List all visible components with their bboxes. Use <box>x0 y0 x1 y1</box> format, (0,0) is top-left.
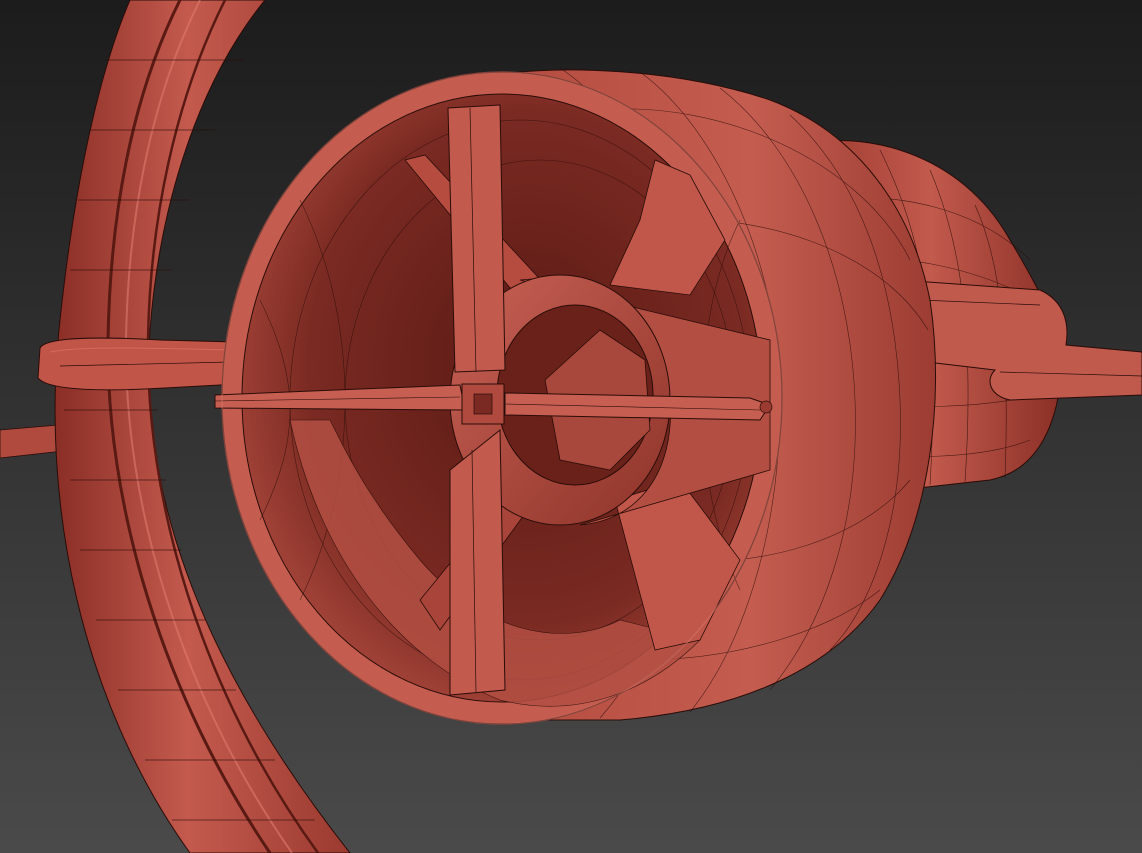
left-wing-strut <box>37 337 239 391</box>
3d-viewport <box>0 0 1142 853</box>
render-canvas <box>0 0 1142 853</box>
